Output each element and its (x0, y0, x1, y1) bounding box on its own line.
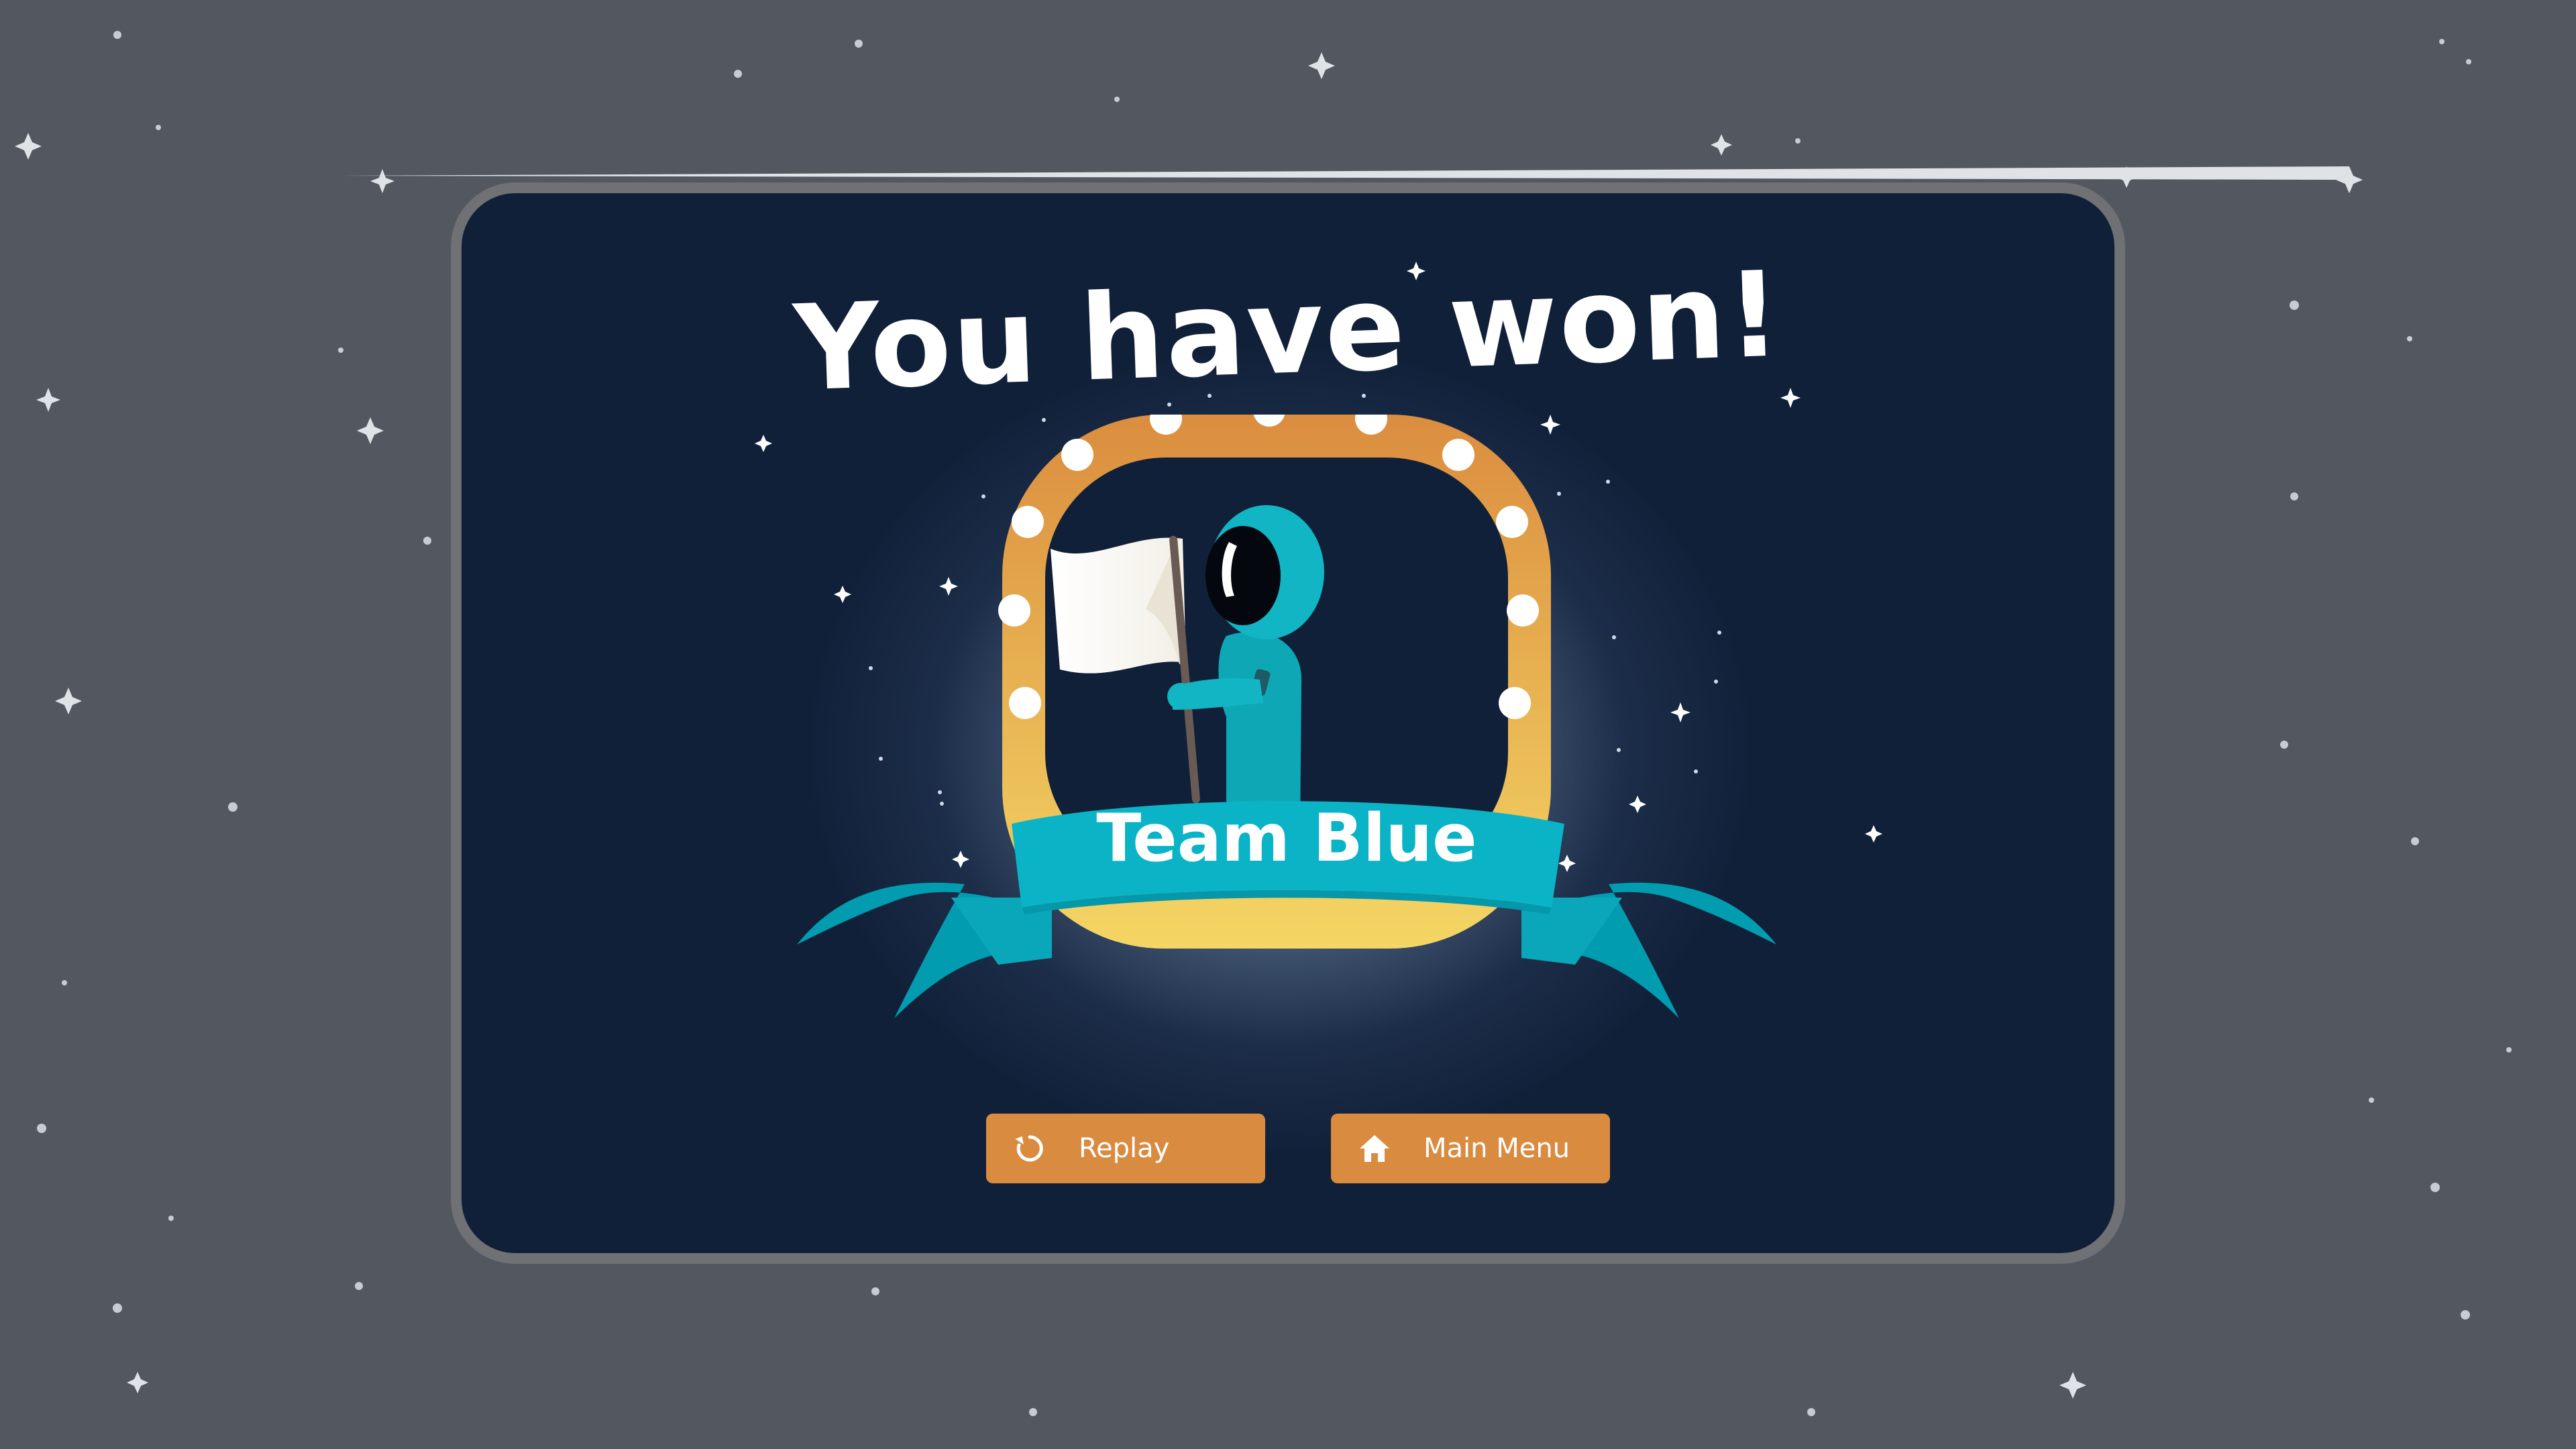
victory-panel: You have won! Team Blue Replay Main Menu (451, 182, 2125, 1264)
replay-button[interactable]: Replay (986, 1114, 1265, 1183)
winner-badge (797, 415, 1776, 1018)
ribbon-tail-right (1521, 882, 1776, 1018)
replay-icon (1013, 1132, 1046, 1165)
main-menu-button[interactable]: Main Menu (1331, 1114, 1610, 1183)
winner-team-label: Team Blue (1096, 800, 1477, 877)
home-icon (1358, 1132, 1391, 1165)
ribbon-tail-left (797, 882, 1052, 1018)
replay-button-label: Replay (1079, 1133, 1170, 1164)
game-screen: You have won! Team Blue Replay Main Menu (0, 0, 2576, 1449)
main-menu-button-label: Main Menu (1424, 1133, 1570, 1164)
